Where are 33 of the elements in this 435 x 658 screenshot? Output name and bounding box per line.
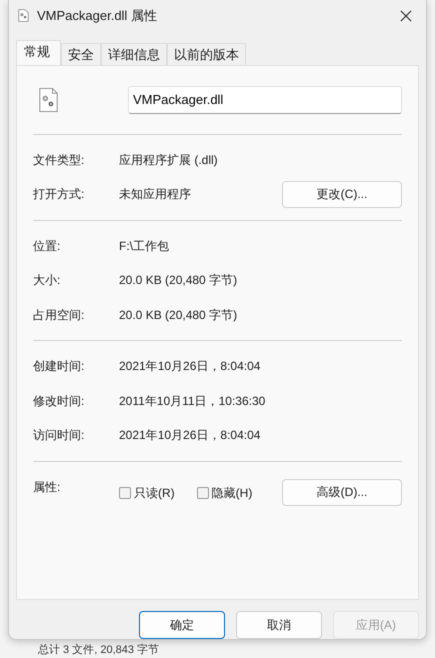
field-value: 20.0 KB (20,480 字节) — [119, 306, 238, 324]
field-value: 2011年10月11日，10:36:30 — [119, 392, 266, 410]
checkbox[interactable] — [119, 487, 131, 500]
field-value: 2021年10月26日，8:04:04 — [119, 427, 262, 444]
checkbox[interactable] — [196, 487, 209, 500]
field-label: 修改时间: — [33, 392, 86, 410]
field-value: 未知应用程序 — [119, 186, 192, 204]
field-label: 属性: — [33, 478, 62, 496]
tab[interactable]: 详细信息 — [101, 42, 167, 65]
window-title: VMPackager.dll 属性 — [37, 6, 158, 25]
dialog-button[interactable]: 取消 — [236, 611, 322, 639]
file-name-field[interactable]: VMPackager.dll — [128, 86, 402, 114]
field-label: 访问时间: — [33, 427, 86, 444]
dialog-button[interactable]: 确定 — [139, 611, 225, 639]
tab[interactable]: 常规 — [16, 40, 61, 65]
field-value: 2021年10月26日，8:04:04 — [119, 358, 262, 376]
checkbox-label[interactable]: 只读(R) — [134, 484, 175, 502]
advanced-button[interactable]: 高级(D)... — [282, 478, 402, 506]
field-label: 文件类型: — [33, 152, 86, 169]
checkbox-label[interactable]: 隐藏(H) — [212, 484, 252, 502]
tab[interactable]: 安全 — [61, 42, 101, 65]
field-value: 20.0 KB (20,480 字节) — [119, 272, 238, 290]
field-label: 打开方式: — [33, 186, 86, 204]
tab[interactable]: 以前的版本 — [167, 42, 246, 65]
field-value: 应用程序扩展 (.dll) — [119, 152, 219, 169]
field-label: 大小: — [33, 272, 62, 290]
field-value: F:\工作包 — [119, 238, 170, 255]
field-label: 创建时间: — [33, 358, 86, 376]
change-button[interactable]: 更改(C)... — [282, 181, 402, 208]
field-label: 位置: — [33, 238, 62, 255]
status-text: 总计 3 文件, 20,843 字节 — [38, 642, 160, 657]
field-label: 占用空间: — [33, 306, 86, 324]
close-icon[interactable] — [400, 10, 412, 22]
